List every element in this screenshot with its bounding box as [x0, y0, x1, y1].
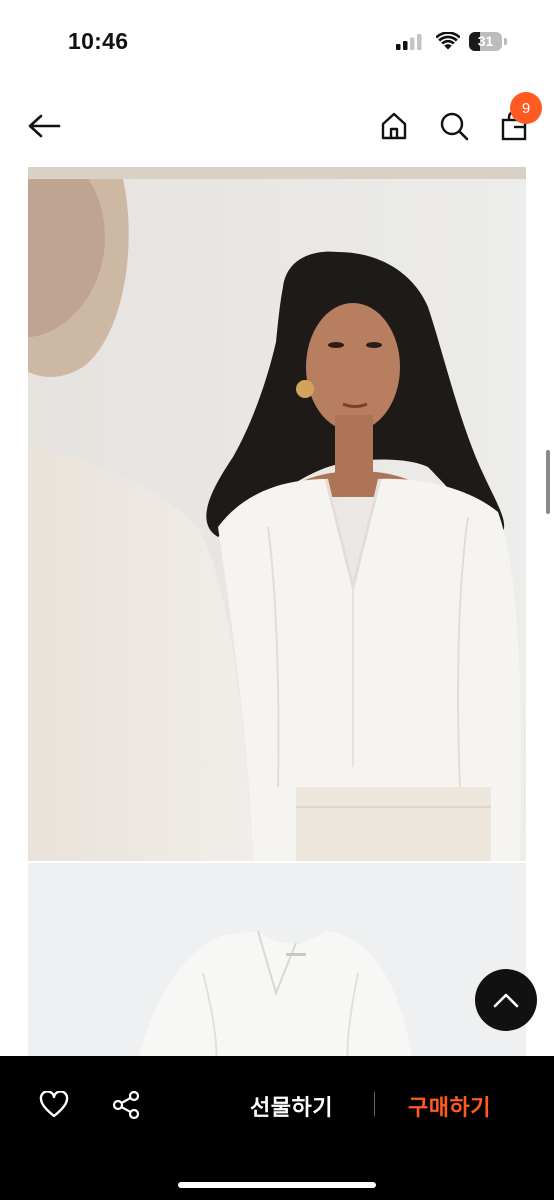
buy-button[interactable]: 구매하기	[408, 1090, 491, 1122]
product-flat-photo[interactable]	[28, 863, 526, 1063]
cellular-signal-icon	[396, 34, 422, 50]
status-time: 10:46	[68, 28, 129, 54]
scroll-indicator[interactable]	[546, 450, 550, 514]
battery-level: 31	[477, 33, 494, 49]
battery-icon: 31	[469, 32, 507, 52]
home-icon[interactable]	[376, 108, 412, 144]
app-header	[0, 90, 554, 162]
home-indicator[interactable]	[178, 1182, 376, 1188]
action-divider	[374, 1092, 375, 1116]
heart-icon[interactable]	[38, 1089, 70, 1121]
cart-count-badge: 9	[510, 92, 542, 124]
wifi-icon	[436, 32, 460, 50]
share-icon[interactable]	[110, 1089, 142, 1121]
chevron-up-icon	[493, 993, 519, 1008]
back-arrow-icon[interactable]	[26, 108, 62, 144]
status-bar: 10:46 31	[0, 0, 554, 80]
scroll-to-top-button[interactable]	[475, 969, 537, 1031]
bottom-action-bar: 선물하기 구매하기	[0, 1056, 554, 1200]
gift-button[interactable]: 선물하기	[250, 1090, 333, 1122]
white-blouse-flat-photo	[28, 863, 526, 1063]
search-icon[interactable]	[436, 108, 472, 144]
product-model-photo[interactable]	[28, 167, 526, 861]
model-wearing-white-blouse-photo	[28, 167, 526, 861]
